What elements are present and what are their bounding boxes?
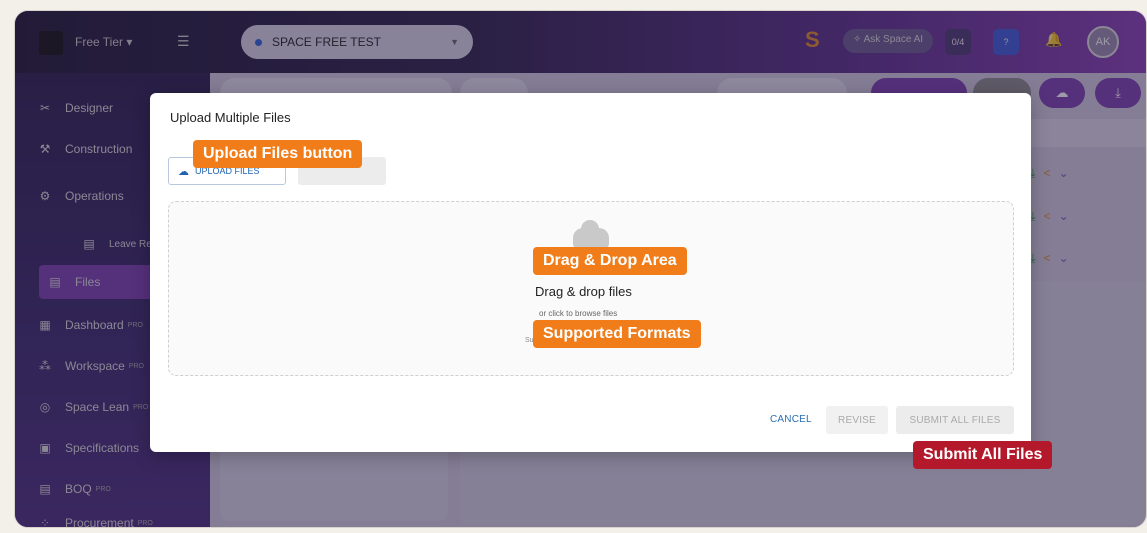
callout-upload-files: Upload Files button	[193, 140, 363, 168]
cancel-button[interactable]: CANCEL	[770, 414, 812, 425]
callout-submit-all: Submit All Files	[913, 441, 1053, 469]
modal-title: Upload Multiple Files	[170, 110, 291, 125]
drag-drop-area[interactable]: Drag & drop files or click to browse fil…	[168, 201, 1014, 376]
revise-button[interactable]: REVISE	[826, 406, 888, 434]
cloud-upload-icon	[573, 220, 609, 248]
callout-drag-drop: Drag & Drop Area	[533, 247, 687, 275]
cloud-upload-icon: ☁	[178, 165, 189, 178]
callout-supported-formats: Supported Formats	[533, 320, 701, 348]
dropzone-main-text: Drag & drop files	[535, 284, 632, 299]
dropzone-sub-text: or click to browse files	[539, 309, 618, 318]
submit-all-files-button[interactable]: SUBMIT ALL FILES	[896, 406, 1014, 434]
